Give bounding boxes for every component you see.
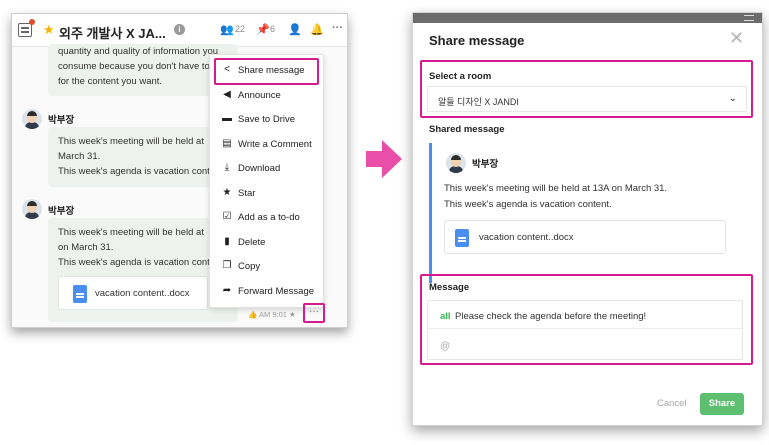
star-icon[interactable]: ★ [289, 310, 296, 319]
message-line: March 31. [58, 151, 101, 162]
star-icon[interactable]: ★ [43, 22, 55, 38]
file-attachment[interactable]: vacation content..docx [444, 220, 726, 254]
highlight-share-message [214, 58, 319, 85]
menu-item-copy[interactable]: ❐ Copy [210, 255, 323, 279]
sender-name[interactable]: 박부장 [48, 203, 74, 217]
message-line: quantity and quality of information you [58, 46, 219, 57]
message-context-menu: < Share message ◀ Announce ▬ Save to Drive … [209, 54, 324, 308]
menu-item-star[interactable]: ★ Star [210, 182, 323, 206]
members-count: 22 [235, 24, 246, 34]
chat-window: ★ 외주 개발사 X JA... i 👥 22 📌 6 👤 🔔 ··· quan… [11, 13, 348, 328]
menu-item-write-comment[interactable]: ▤ Write a Comment [210, 133, 323, 157]
message-line: This week's agenda is vacation content. [58, 257, 226, 268]
close-icon[interactable]: ✕ [729, 28, 744, 49]
shared-message-label: Shared message [429, 124, 505, 135]
menu-item-announce[interactable]: ◀ Announce [210, 84, 323, 108]
menu-item-download[interactable]: ⤓ Download [210, 157, 323, 181]
background-header [413, 13, 762, 23]
like-icon[interactable]: 👍 [248, 310, 257, 319]
pin-icon[interactable]: 📌 [256, 23, 270, 36]
share-button[interactable]: Share [700, 393, 744, 415]
message-time: AM 9:01 [259, 310, 287, 319]
notification-dot [29, 19, 35, 25]
highlight-message [420, 274, 753, 365]
room-header: ★ 외주 개발사 X JA... i 👥 22 📌 6 👤 🔔 ··· [12, 14, 347, 47]
message-line: This week's meeting will be held at [58, 136, 204, 147]
invite-icon[interactable]: 👤 [288, 23, 302, 36]
menu-item-save-to-drive[interactable]: ▬ Save to Drive [210, 108, 323, 132]
more-icon[interactable]: ··· [332, 22, 343, 34]
message-meta: 👍 AM 9:01 ★ [248, 310, 296, 319]
file-name: vacation content..docx [95, 288, 190, 299]
dialog-title: Share message [429, 33, 525, 48]
shared-line: This week's agenda is vacation content. [444, 199, 612, 210]
avatar [446, 153, 466, 173]
message-line: This week's agenda is vacation content. [58, 166, 226, 177]
message-line: This week's meeting will be held at [58, 227, 204, 238]
sender-name[interactable]: 박부장 [48, 112, 74, 126]
todo-icon: ☑ [222, 211, 232, 222]
room-title: 외주 개발사 X JA... [59, 26, 166, 41]
avatar[interactable] [22, 109, 42, 129]
shared-message-preview: 박부장 This week's meeting will be held at … [429, 143, 727, 283]
trash-icon: ▮ [224, 236, 230, 247]
copy-icon: ❐ [222, 260, 232, 271]
star-icon: ★ [222, 187, 232, 198]
cancel-button[interactable]: Cancel [657, 398, 687, 409]
more-button[interactable]: ··· [303, 303, 325, 323]
arrow-right-icon [366, 140, 402, 178]
download-icon: ⤓ [224, 162, 230, 173]
menu-item-forward-message[interactable]: ➦ Forward Message [210, 280, 323, 304]
highlight-select-room [420, 60, 753, 118]
drive-icon: ▬ [222, 113, 232, 124]
pins-count: 6 [270, 24, 276, 34]
menu-item-add-todo[interactable]: ☑ Add as a to-do [210, 206, 323, 230]
shared-line: This week's meeting will be held at 13A … [444, 183, 668, 194]
message-line: on March 31. [58, 242, 114, 253]
menu-item-delete[interactable]: ▮ Delete [210, 231, 323, 255]
message-line: for the content you want. [58, 76, 163, 87]
avatar[interactable] [22, 199, 42, 219]
file-attachment[interactable]: vacation content..docx [58, 276, 208, 310]
file-name: vacation content..docx [479, 232, 574, 243]
bell-icon[interactable]: 🔔 [310, 23, 324, 36]
menu-icon[interactable] [18, 23, 32, 37]
comment-icon: ▤ [222, 138, 232, 149]
menu-icon [744, 15, 754, 21]
sender-name: 박부장 [472, 159, 499, 170]
document-icon [455, 229, 469, 247]
megaphone-icon: ◀ [223, 89, 231, 100]
info-icon[interactable]: i [174, 24, 185, 35]
forward-icon: ➦ [222, 285, 232, 296]
document-icon [73, 285, 87, 303]
message-line: consume because you don't have to [58, 61, 210, 72]
share-dialog: Share message ✕ Select a room 알들 디자인 X J… [412, 12, 763, 426]
members-icon[interactable]: 👥 [220, 23, 234, 36]
